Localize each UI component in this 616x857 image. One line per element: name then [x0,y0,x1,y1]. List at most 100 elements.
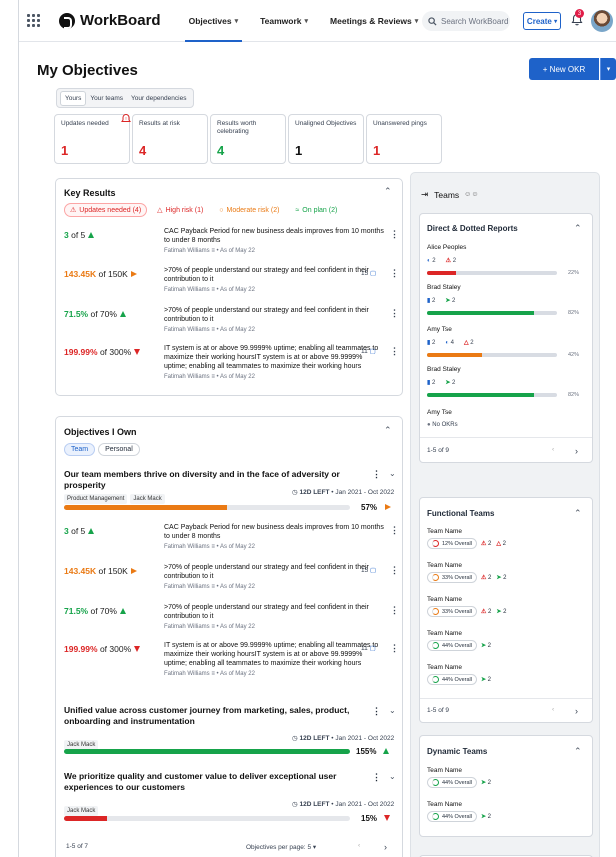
stat-results-at-risk[interactable]: Results at risk 4 [132,114,208,164]
team-row[interactable]: Team Name 44% Overall ➤ 2 [427,801,496,822]
team-row[interactable]: Team Name 33% Overall ⚠ 2 ➤ 2 [427,562,511,583]
overall-badge: 44% Overall [427,777,477,788]
filter-moderate-risk[interactable]: ○ Moderate risk (2) [213,203,286,217]
filter-updates-needed[interactable]: ⚠ Updates needed (4) [64,203,148,217]
person-percent: 82% [568,392,580,398]
filter-on-plan[interactable]: ≈ On plan (2) [289,203,344,217]
more-options-icon[interactable]: ⋮ [372,772,381,783]
next-page-button[interactable]: › [384,842,387,852]
days-left: 12D LEFT [299,735,330,742]
more-options-icon[interactable]: ⋮ [372,706,381,717]
brand-logo[interactable]: WorkBoard [59,12,161,29]
trend-up-icon [383,748,390,754]
alert-bell-icon: ⚠ 2 [480,540,492,548]
objective-title[interactable]: We prioritize quality and customer value… [64,771,364,793]
user-avatar[interactable] [591,10,613,32]
kr-owner: Fatimah Williams [164,544,210,550]
teams-panel-header: ⇥ Teams ☺☺ [421,189,478,200]
kr-target: of 5 [71,230,86,240]
more-options-icon[interactable]: ⋮ [390,308,399,319]
chevron-down-icon[interactable]: ⌄ [389,469,396,478]
trend-flat-icon [130,568,137,574]
chevron-up-icon[interactable]: ⌃ [574,223,582,234]
team-row[interactable]: Team Name 44% Overall ➤ 2 [427,664,496,685]
search-input[interactable]: Search WorkBoard [422,11,510,31]
kr-description: IT system is at or above 99.9999% uptime… [164,344,384,382]
collapse-panel-icon[interactable]: ⇥ [421,189,428,200]
stat-unaligned-objectives[interactable]: Unaligned Objectives 1 [288,114,364,164]
divider [420,437,592,438]
alert-bell-icon: ⚠ 2 [445,257,457,265]
toggle-personal[interactable]: Personal [98,443,140,456]
next-page-button[interactable]: › [575,706,578,716]
stat-value: 4 [217,143,225,158]
create-button[interactable]: Create ▾ [523,12,561,30]
stat-value: 1 [61,143,69,158]
chevron-up-icon[interactable]: ⌃ [384,186,392,197]
person-name[interactable]: Amy Tse [427,409,452,416]
stat-count: 2 [452,297,456,304]
no-okrs-text: No OKRs [432,422,458,428]
per-page-selector[interactable]: Objectives per page: 5 ▾ [246,843,316,851]
chevron-down-icon[interactable]: ⌄ [389,706,396,715]
person-name[interactable]: Brad Staley [427,284,461,291]
prev-page-button[interactable]: ‹ [552,706,554,713]
kr-target: of 5 [71,526,86,536]
team-row[interactable]: Team Name 33% Overall ⚠ 2 ➤ 2 [427,596,511,617]
person-percent: 42% [568,352,580,358]
toggle-team[interactable]: Team [64,443,96,456]
prev-page-button[interactable]: ‹ [552,446,554,453]
comment-count[interactable]: 15 ▢ [361,269,376,277]
tab-yours[interactable]: Yours [60,90,87,106]
more-options-icon[interactable]: ⋮ [390,229,399,240]
more-options-icon[interactable]: ⋮ [390,346,399,357]
kr-current: 3 [64,526,69,536]
chevron-up-icon[interactable]: ⌃ [574,746,582,757]
stat-cards: Updates needed 1 Results at risk 4 Results… [54,114,444,164]
team-row[interactable]: Team Name 44% Overall ➤ 2 [427,630,496,651]
chevron-down-icon: ▾ [554,18,558,25]
person-name[interactable]: Alice Peoples [427,244,466,251]
kr-text: IT system is at or above 99.9999% uptime… [164,345,379,370]
stat-count: 2 [431,379,436,386]
more-options-icon[interactable]: ⋮ [390,565,399,576]
team-row[interactable]: Team Name 12% Overall ⚠ 2 △ 2 [427,528,511,549]
person-name[interactable]: Brad Staley [427,366,461,373]
more-options-icon[interactable]: ⋮ [390,605,399,616]
stat-results-celebrating[interactable]: Results worth celebrating 4 [210,114,286,164]
tab-your-teams[interactable]: Your teams [86,92,127,105]
more-options-icon[interactable]: ⋮ [390,643,399,654]
objective-title[interactable]: Unified value across customer journey fr… [64,705,364,727]
stat-updates-needed[interactable]: Updates needed 1 [54,114,130,164]
app-grid-icon[interactable] [27,13,41,28]
days-left: 12D LEFT [299,801,330,808]
nav-meetings-reviews[interactable]: Meetings & Reviews ▾ [330,0,418,42]
more-options-icon[interactable]: ⋮ [390,525,399,536]
prev-page-button[interactable]: ‹ [358,842,360,849]
comment-count[interactable]: 11 ▢ [361,644,376,652]
more-options-icon[interactable]: ⋮ [372,469,381,480]
team-stats: 33% Overall ⚠ 2 ➤ 2 [427,606,511,617]
stat-label: Updates needed [61,120,109,127]
chevron-up-icon[interactable]: ⌃ [574,508,582,519]
chevron-up-icon[interactable]: ⌃ [384,425,392,436]
nav-teamwork[interactable]: Teamwork ▾ [260,0,308,42]
chevron-down-icon[interactable]: ⌄ [389,772,396,781]
more-options-icon[interactable]: ⋮ [390,268,399,279]
nav-label: Meetings & Reviews [330,15,412,26]
next-page-button[interactable]: › [575,446,578,456]
new-okr-dropdown[interactable]: ▾ [600,58,616,80]
kr-value: 143.45K of 150K [64,566,137,576]
nav-objectives[interactable]: Objectives ▾ [184,0,242,42]
svg-text:!: ! [125,116,126,121]
team-row[interactable]: Team Name 44% Overall ➤ 2 [427,767,496,788]
tab-your-dependencies[interactable]: Your dependencies [127,92,190,105]
filter-high-risk[interactable]: △ High risk (1) [151,203,210,217]
kr-target: of 300% [99,644,132,654]
new-okr-button[interactable]: + New OKR [529,58,599,80]
functional-teams-pager: 1-5 of 9 [427,707,450,714]
comment-count[interactable]: 11 ▢ [361,347,376,355]
person-name[interactable]: Amy Tse [427,326,452,333]
stat-unanswered-pings[interactable]: Unanswered pings 1 [366,114,442,164]
comment-count[interactable]: 15 ▢ [361,566,376,574]
